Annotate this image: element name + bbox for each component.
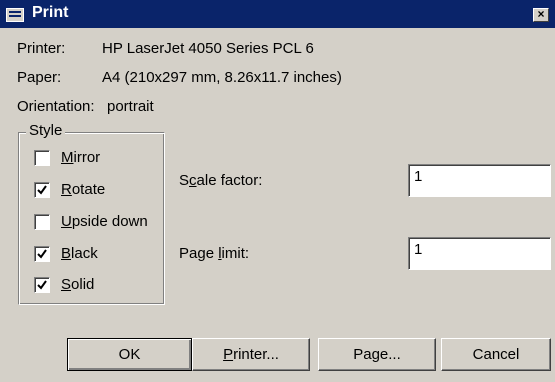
- printer-button[interactable]: Printer...: [192, 338, 310, 371]
- orientation-value: portrait: [107, 98, 154, 115]
- black-checkbox-label: Black: [61, 245, 98, 262]
- checkmark-icon: [37, 280, 47, 290]
- printer-value: HP LaserJet 4050 Series PCL 6: [102, 40, 314, 57]
- cancel-button[interactable]: Cancel: [441, 338, 551, 371]
- checkmark-icon: [37, 185, 47, 195]
- orientation-label: Orientation:: [17, 98, 95, 115]
- rotate-checkbox[interactable]: [34, 182, 50, 198]
- checkmark-icon: [37, 249, 47, 259]
- window-icon: [6, 8, 24, 22]
- paper-label: Paper:: [17, 69, 62, 86]
- title-bar: Print ×: [0, 0, 555, 28]
- printer-label: Printer:: [17, 40, 66, 57]
- page-limit-input[interactable]: 1: [408, 237, 551, 270]
- scale-factor-input[interactable]: 1: [408, 164, 551, 197]
- close-button[interactable]: ×: [533, 8, 549, 22]
- mirror-checkbox-label: Mirror: [61, 149, 101, 166]
- mirror-checkbox[interactable]: [34, 150, 50, 166]
- print-dialog: Print × Printer: HP LaserJet 4050 Series…: [0, 0, 555, 382]
- window-title: Print: [32, 4, 69, 21]
- scale-factor-label: Scale factor:: [179, 172, 263, 189]
- upside-down-checkbox[interactable]: [34, 214, 50, 230]
- upside-down-checkbox-label: Upside down: [61, 213, 148, 230]
- solid-checkbox-label: Solid: [61, 276, 95, 293]
- paper-value: A4 (210x297 mm, 8.26x11.7 inches): [102, 69, 342, 86]
- page-setup-button[interactable]: Page...: [318, 338, 436, 371]
- rotate-checkbox-label: Rotate: [61, 181, 106, 198]
- page-limit-label: Page limit:: [179, 245, 250, 262]
- style-group-legend: Style: [26, 122, 66, 139]
- black-checkbox[interactable]: [34, 246, 50, 262]
- solid-checkbox[interactable]: [34, 277, 50, 293]
- ok-button[interactable]: OK: [67, 338, 192, 371]
